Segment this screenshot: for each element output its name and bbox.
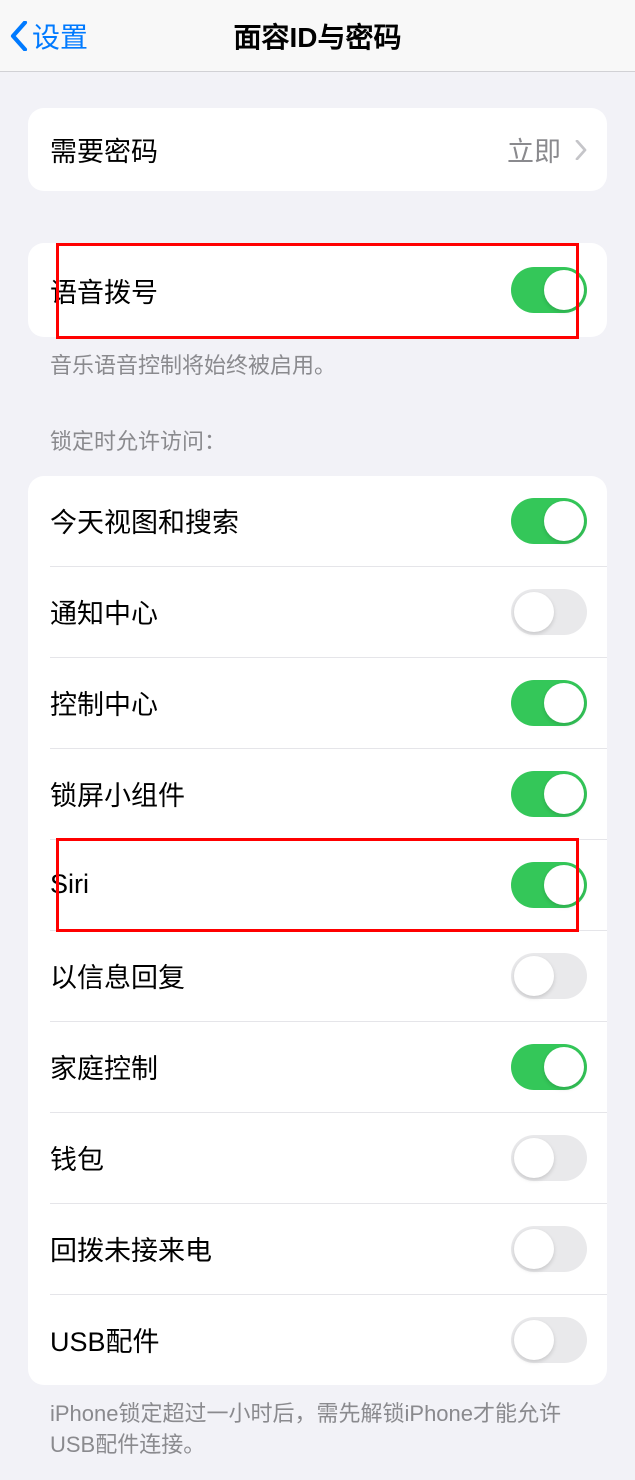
- lock-access-toggle[interactable]: [511, 953, 587, 999]
- lock-access-item-label: 控制中心: [50, 683, 158, 722]
- lock-access-toggle[interactable]: [511, 1226, 587, 1272]
- lock-access-footer: iPhone锁定超过一小时后，需先解锁iPhone才能允许USB配件连接。: [28, 1385, 607, 1480]
- lock-access-toggle[interactable]: [511, 589, 587, 635]
- voice-dial-row: 语音拨号: [28, 243, 607, 337]
- lock-access-toggle[interactable]: [511, 771, 587, 817]
- back-button[interactable]: 设置: [10, 16, 88, 56]
- lock-access-toggle[interactable]: [511, 498, 587, 544]
- lock-access-item-label: 家庭控制: [50, 1047, 158, 1086]
- require-passcode-value: 立即: [507, 130, 561, 169]
- passcode-group: 需要密码 立即: [28, 108, 607, 191]
- lock-access-item: 回拨未接来电: [28, 1204, 607, 1294]
- lock-access-item: 锁屏小组件: [28, 749, 607, 839]
- lock-access-item: 钱包: [28, 1113, 607, 1203]
- lock-access-item-label: 以信息回复: [50, 956, 185, 995]
- voice-dial-toggle[interactable]: [511, 267, 587, 313]
- lock-access-item-label: 锁屏小组件: [50, 774, 185, 813]
- voice-dial-group: 语音拨号: [28, 243, 607, 337]
- lock-access-header: 锁定时允许访问：: [28, 382, 607, 466]
- chevron-left-icon: [10, 21, 28, 51]
- lock-access-item: 以信息回复: [28, 931, 607, 1021]
- lock-access-item: 通知中心: [28, 567, 607, 657]
- chevron-right-icon: [575, 140, 587, 160]
- lock-access-item: 今天视图和搜索: [28, 476, 607, 566]
- require-passcode-row[interactable]: 需要密码 立即: [28, 108, 607, 191]
- back-label: 设置: [32, 16, 88, 56]
- lock-access-item-label: 钱包: [50, 1138, 104, 1177]
- lock-access-item-label: Siri: [50, 869, 89, 900]
- lock-access-item: USB配件: [28, 1295, 607, 1385]
- lock-access-item-label: USB配件: [50, 1320, 160, 1359]
- lock-access-item-label: 今天视图和搜索: [50, 501, 239, 540]
- lock-access-item: Siri: [28, 840, 607, 930]
- lock-access-toggle[interactable]: [511, 1135, 587, 1181]
- lock-access-item: 家庭控制: [28, 1022, 607, 1112]
- lock-access-toggle[interactable]: [511, 1044, 587, 1090]
- voice-dial-label: 语音拨号: [50, 271, 158, 310]
- lock-access-item-label: 回拨未接来电: [50, 1229, 212, 1268]
- voice-dial-footer: 音乐语音控制将始终被启用。: [28, 337, 607, 382]
- lock-access-item: 控制中心: [28, 658, 607, 748]
- lock-access-toggle[interactable]: [511, 680, 587, 726]
- lock-access-item-label: 通知中心: [50, 592, 158, 631]
- require-passcode-label: 需要密码: [50, 130, 158, 169]
- lock-access-toggle[interactable]: [511, 862, 587, 908]
- page-title: 面容ID与密码: [233, 16, 401, 56]
- navigation-header: 设置 面容ID与密码: [0, 0, 635, 72]
- lock-access-toggle[interactable]: [511, 1317, 587, 1363]
- lock-access-group: 今天视图和搜索通知中心控制中心锁屏小组件 Siri 以信息回复家庭控制钱包回拨未接来…: [28, 476, 607, 1385]
